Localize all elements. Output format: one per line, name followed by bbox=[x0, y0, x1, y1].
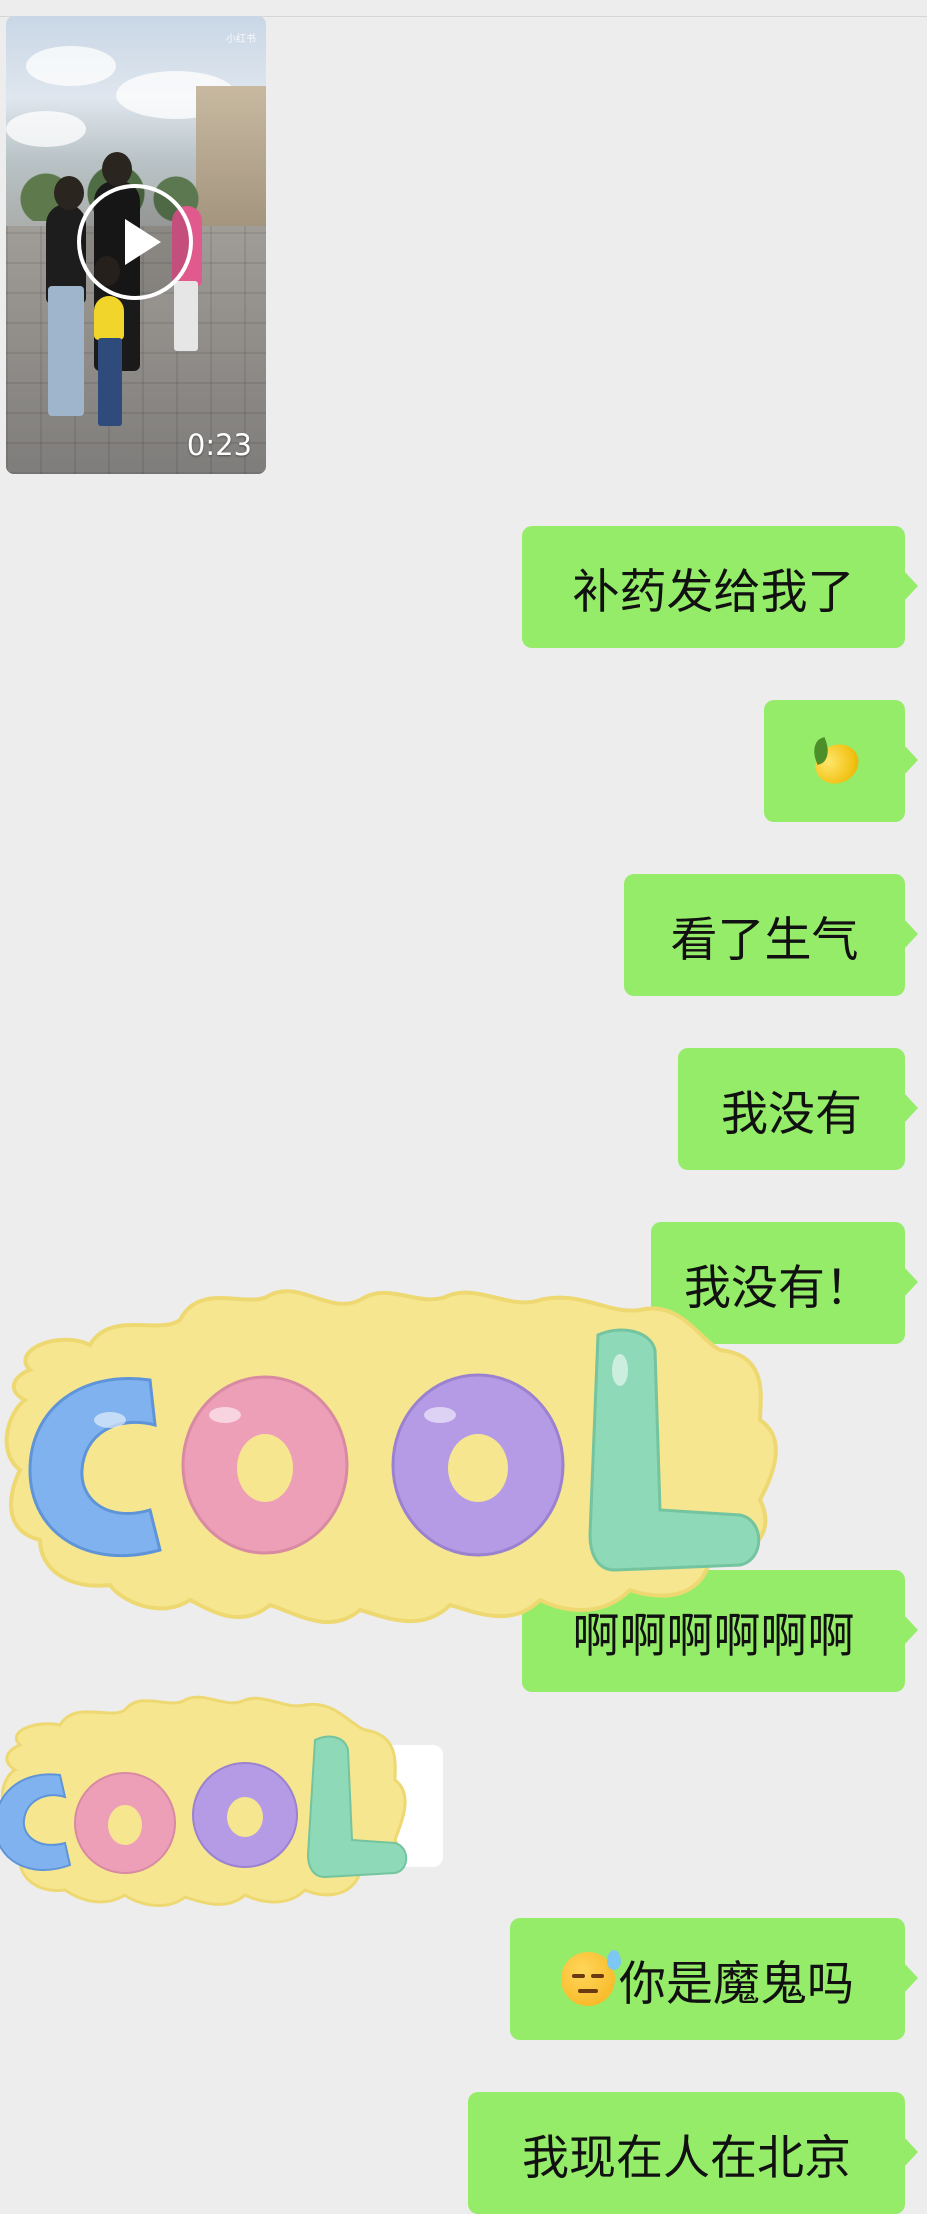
cloud-shape bbox=[6, 111, 86, 147]
cool-sticker-graphic bbox=[0, 1695, 408, 1907]
cool-sticker-graphic bbox=[4, 1289, 778, 1625]
message-bubble[interactable]: 我没有 bbox=[678, 1048, 918, 1170]
message-text: 补药发给我了 bbox=[572, 564, 855, 620]
message-text: 你是魔鬼吗 bbox=[619, 1956, 854, 2012]
message-bubble[interactable]: 看了生气 bbox=[624, 874, 918, 996]
play-triangle bbox=[125, 219, 161, 265]
video-duration: 0:23 bbox=[186, 428, 252, 462]
message-text: 我现在人在北京 bbox=[522, 2130, 851, 2186]
cool-sticker[interactable] bbox=[0, 1240, 790, 1640]
cool-sticker[interactable] bbox=[0, 1665, 420, 1915]
lemon-icon bbox=[808, 735, 865, 791]
video-watermark: 小红书 bbox=[226, 34, 256, 45]
person-head bbox=[54, 176, 84, 210]
cloud-shape bbox=[26, 46, 116, 86]
person-figure bbox=[48, 286, 84, 416]
person-head bbox=[102, 152, 132, 186]
message-text: 看了生气 bbox=[670, 912, 859, 968]
sweat-face-icon bbox=[561, 1950, 621, 2006]
message-bubble[interactable]: 我现在人在北京 bbox=[468, 2092, 918, 2214]
message-text: 我没有 bbox=[721, 1086, 862, 1142]
message-bubble[interactable]: 你是魔鬼吗 bbox=[510, 1918, 918, 2040]
message-bubble[interactable]: 补药发给我了 bbox=[522, 526, 918, 648]
video-message[interactable]: 小红书 0:23 bbox=[6, 16, 266, 474]
top-divider bbox=[0, 0, 927, 17]
play-icon[interactable] bbox=[77, 184, 193, 300]
child-figure bbox=[98, 338, 122, 426]
person-figure bbox=[174, 281, 198, 351]
child-figure bbox=[94, 296, 124, 340]
message-bubble[interactable] bbox=[764, 700, 918, 822]
